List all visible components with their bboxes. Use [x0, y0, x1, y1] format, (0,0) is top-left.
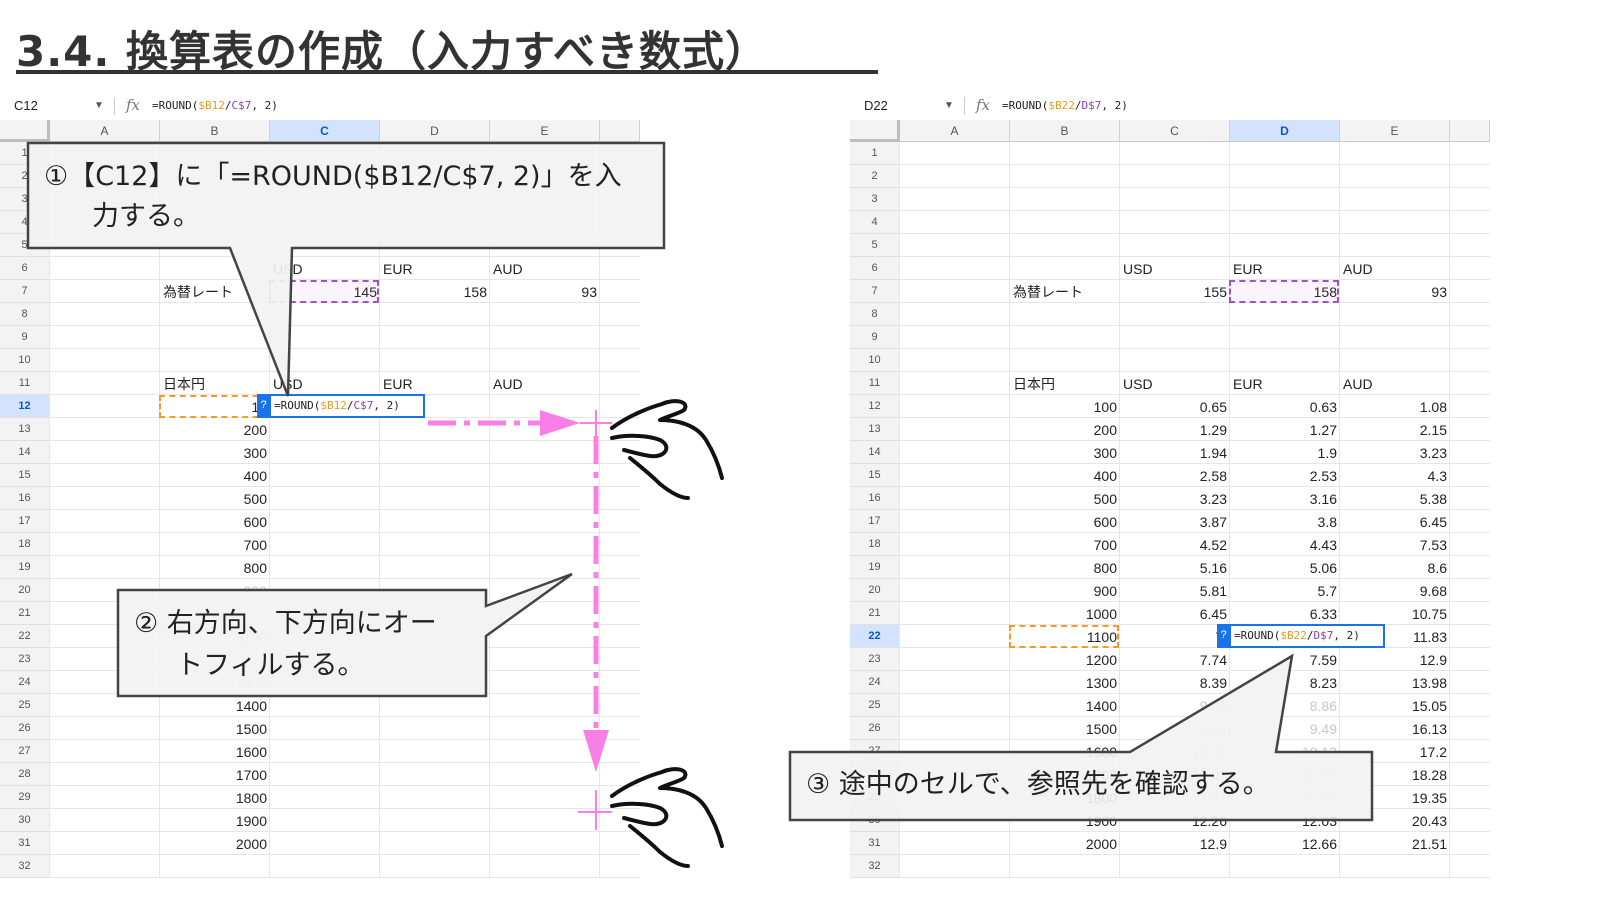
- hand-pointer-icon: [610, 399, 724, 500]
- hand-pointer-icon: [610, 767, 724, 868]
- callout-step1-line2: 力する。: [92, 201, 200, 232]
- callout-step1-line1: ①【C12】に「=ROUND($B12/C$7, 2)」を入: [44, 161, 622, 192]
- callout-step2-line1: ② 右方向、下方向にオー: [134, 608, 437, 639]
- callout-step2-line2: トフィルする。: [176, 650, 365, 681]
- fill-handle-arrow-down-icon: [578, 436, 612, 830]
- annotation-overlay: [26, 141, 1374, 868]
- callout-step3-line1: ③ 途中のセルで、参照先を確認する。: [806, 769, 1270, 800]
- fill-handle-arrow-right-icon: [428, 410, 612, 436]
